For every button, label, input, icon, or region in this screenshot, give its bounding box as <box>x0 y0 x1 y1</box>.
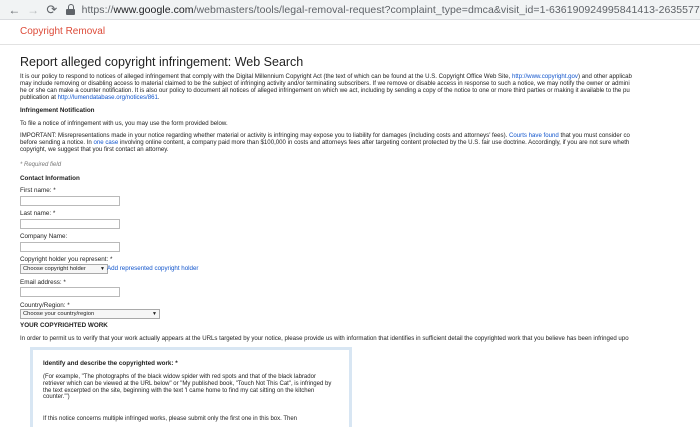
copyright-holder-selected: Choose copyright holder <box>23 266 86 272</box>
company-name-label: Company Name: <box>20 233 68 240</box>
last-name-input[interactable] <box>20 219 120 229</box>
first-name-input[interactable] <box>20 196 120 206</box>
country-label: Country/Region: * <box>20 302 70 309</box>
contact-information-heading: Contact Information <box>20 175 80 182</box>
page-title: Report alleged copyright infringement: W… <box>20 55 304 69</box>
page-header-title[interactable]: Copyright Removal <box>20 26 105 37</box>
company-name-input[interactable] <box>20 242 120 252</box>
copyright-holder-label: Copyright holder you represent: * <box>20 256 113 263</box>
copyrighted-work-panel: Identify and describe the copyrighted wo… <box>30 347 352 427</box>
last-name-label: Last name: * <box>20 210 56 217</box>
intro-line-4: publication at http://lumendatabase.org/… <box>20 94 160 101</box>
first-name-label: First name: * <box>20 187 56 194</box>
copyright-gov-link[interactable]: http://www.copyright.gov <box>512 73 578 80</box>
email-label: Email address: * <box>20 279 66 286</box>
courts-have-found-link[interactable]: Courts have found <box>509 132 559 139</box>
email-input[interactable] <box>20 287 120 297</box>
your-copyrighted-work-heading: YOUR COPYRIGHTED WORK <box>20 322 108 329</box>
url-path: /webmasters/tools/legal-removal-request?… <box>193 3 700 16</box>
your-work-intro: In order to permit us to verify that you… <box>20 335 629 342</box>
url-host: www.google.com <box>113 3 194 16</box>
url-scheme: https:// <box>81 3 114 16</box>
country-selected: Choose your country/region <box>23 311 95 317</box>
form-intro: To file a notice of infringement with us… <box>20 120 228 127</box>
page-header: Copyright Removal <box>0 20 700 45</box>
address-bar[interactable]: https://www.google.com/webmasters/tools/… <box>82 4 700 16</box>
required-field-note: * Required field <box>20 162 62 168</box>
copyright-holder-select[interactable]: Choose copyright holder ▼ <box>20 264 108 274</box>
back-arrow-icon[interactable]: ← <box>6 1 23 19</box>
important-line-3: copyright, we suggest that you first con… <box>20 146 169 153</box>
identify-work-example: (For example, "The photographs of the bl… <box>43 374 332 401</box>
forward-arrow-icon[interactable]: → <box>25 1 42 19</box>
identify-work-label: Identify and describe the copyrighted wo… <box>43 360 178 367</box>
dropdown-arrow-icon: ▼ <box>100 266 105 272</box>
reload-icon[interactable]: ⟳ <box>44 1 61 19</box>
browser-toolbar: ← → ⟳ https://www.google.com/webmasters/… <box>0 0 700 20</box>
one-case-link[interactable]: one case <box>94 139 119 146</box>
dropdown-arrow-icon: ▼ <box>152 311 157 317</box>
lock-icon[interactable] <box>66 3 76 16</box>
lumen-database-link[interactable]: http://lumendatabase.org/notices/861 <box>58 94 158 101</box>
country-select[interactable]: Choose your country/region ▼ <box>20 309 160 319</box>
infringement-notification-heading: Infringement Notification <box>20 107 95 114</box>
add-copyright-holder-link[interactable]: Add represented copyright holder <box>107 265 199 272</box>
multiple-works-note: If this notice concerns multiple infring… <box>43 416 298 422</box>
